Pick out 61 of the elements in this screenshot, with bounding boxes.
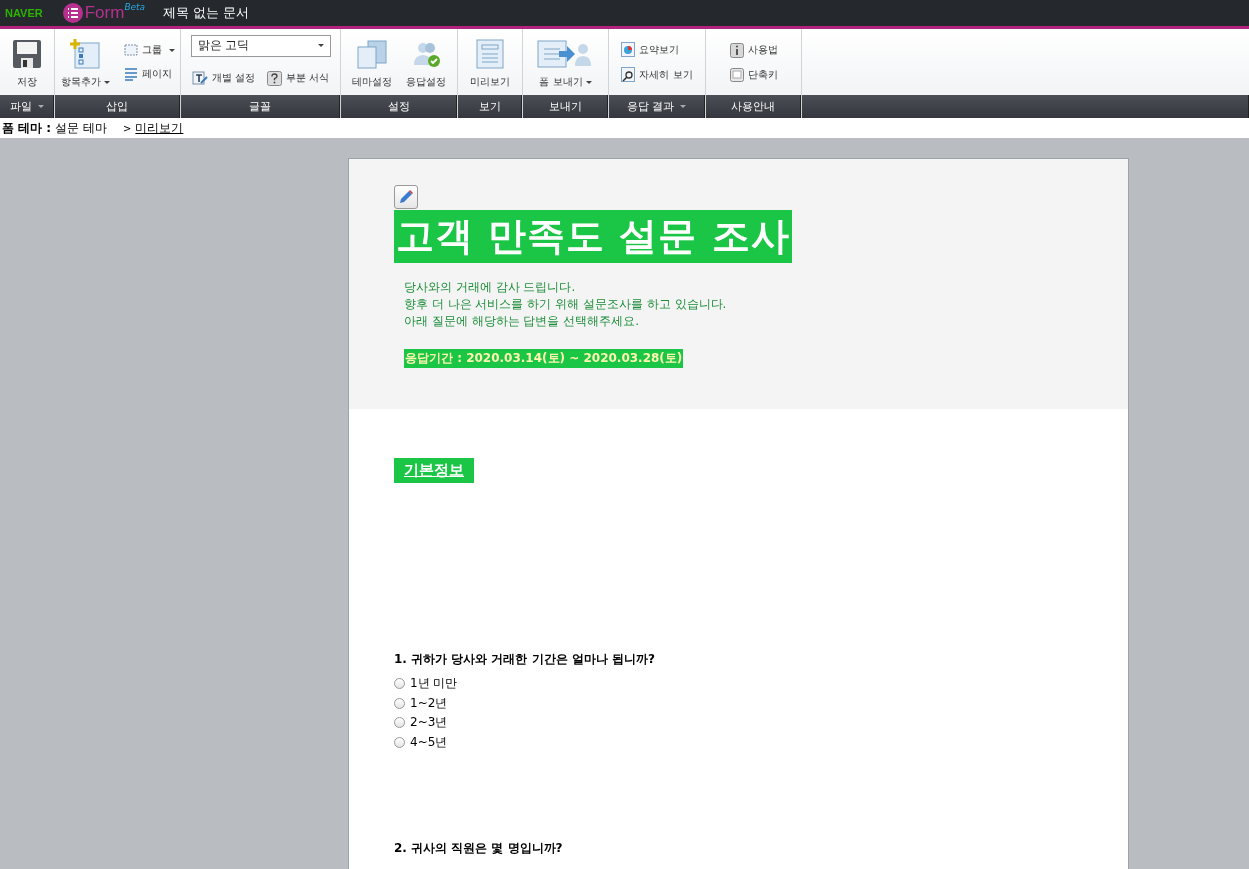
theme-name: 설문 테마 (55, 119, 107, 137)
ribbon-group-label[interactable]: 사용안내 (706, 95, 801, 118)
radio-button[interactable] (394, 678, 405, 690)
option-label[interactable]: 1~2년 (410, 694, 448, 712)
document-title[interactable]: 제목 없는 문서 (163, 4, 250, 22)
add-list-icon (69, 39, 101, 69)
ribbon-button[interactable]: 저장 (10, 31, 44, 93)
response-period: 응답기간 : 2020.03.14(토) ~ 2020.03.28(토) (404, 349, 684, 368)
intro-text: 아래 질문에 해당하는 답변을 선택해주세요. (404, 313, 641, 330)
form-title: 고객 만족도 설문 조사 (394, 210, 792, 263)
ribbon-button[interactable]: 그룹 (121, 39, 177, 61)
info-icon (729, 42, 744, 58)
theme-label: 폼 테마 : (2, 119, 52, 137)
ribbon-button[interactable]: 미리보기 (468, 31, 512, 93)
option-label[interactable]: 4~5년 (410, 733, 448, 751)
ribbon-button[interactable]: 부분 서식 (265, 66, 332, 90)
ribbon-button[interactable]: 단축키 (727, 63, 780, 86)
documents-icon (356, 39, 388, 69)
ribbon-group-label[interactable]: 설정 (341, 95, 457, 118)
dashed-box-icon (123, 44, 138, 56)
ribbon-button[interactable]: 자세히 보기 (619, 63, 695, 86)
question-text: 1. 귀하가 당사와 거래한 기간은 얼마나 됩니까? (394, 651, 656, 668)
radio-button[interactable] (394, 697, 405, 709)
page-lines-icon (123, 67, 138, 81)
radio-button[interactable] (394, 736, 405, 748)
ribbon-group-label[interactable]: 보기 (458, 95, 522, 118)
text-pencil-icon (191, 71, 208, 85)
ribbon-group-label[interactable]: 삽입 (55, 95, 180, 118)
ribbon-button[interactable]: 폼 보내기 (534, 31, 597, 93)
magnifier-document-icon (621, 67, 636, 82)
radio-button[interactable] (394, 717, 405, 729)
logo: NAVER (5, 7, 43, 19)
keyboard-icon (729, 67, 744, 82)
question-text: 2. 귀사의 직원은 몇 명입니까? (394, 840, 564, 857)
intro-text: 향후 더 나은 서비스를 하기 위해 설문조사를 하고 있습니다. (404, 296, 728, 313)
ribbon-group-label[interactable]: 보내기 (523, 95, 608, 118)
ribbon-group-label[interactable]: 파일 (0, 95, 54, 118)
ribbon-group-label[interactable]: 글꼴 (181, 95, 340, 118)
section-heading: 기본정보 (394, 458, 474, 483)
product-name: Form (84, 3, 125, 23)
list-logo-icon (62, 3, 83, 23)
font-dropdown[interactable]: 맑은 고딕 (190, 34, 331, 57)
ribbon-button[interactable]: 응답설정 (404, 31, 448, 93)
ribbon-group-label[interactable]: 응답 결과 (609, 95, 705, 118)
edit-button[interactable] (394, 185, 418, 209)
pencil-icon (398, 189, 414, 205)
ribbon-button[interactable]: 테마설정 (350, 31, 394, 93)
help-icon (267, 70, 282, 86)
option-label[interactable]: 1년 미만 (410, 675, 458, 693)
pie-chart-icon (621, 42, 636, 57)
ribbon-button[interactable]: 요약보기 (619, 38, 695, 61)
ribbon-button[interactable]: 페이지 (121, 63, 177, 85)
intro-text: 당사와의 거래에 감사 드립니다. (404, 279, 577, 296)
document-icon (476, 39, 504, 69)
option-label[interactable]: 2~3년 (410, 714, 448, 732)
ribbon-button[interactable]: 항목추가 (58, 31, 112, 93)
ribbon-button[interactable]: 개별 설정 (189, 66, 257, 90)
preview-link[interactable]: 미리보기 (135, 119, 184, 137)
ribbon-button[interactable]: 사용법 (727, 38, 780, 62)
beta-label: Beta (124, 2, 146, 12)
breadcrumb-separator: > (123, 122, 132, 134)
